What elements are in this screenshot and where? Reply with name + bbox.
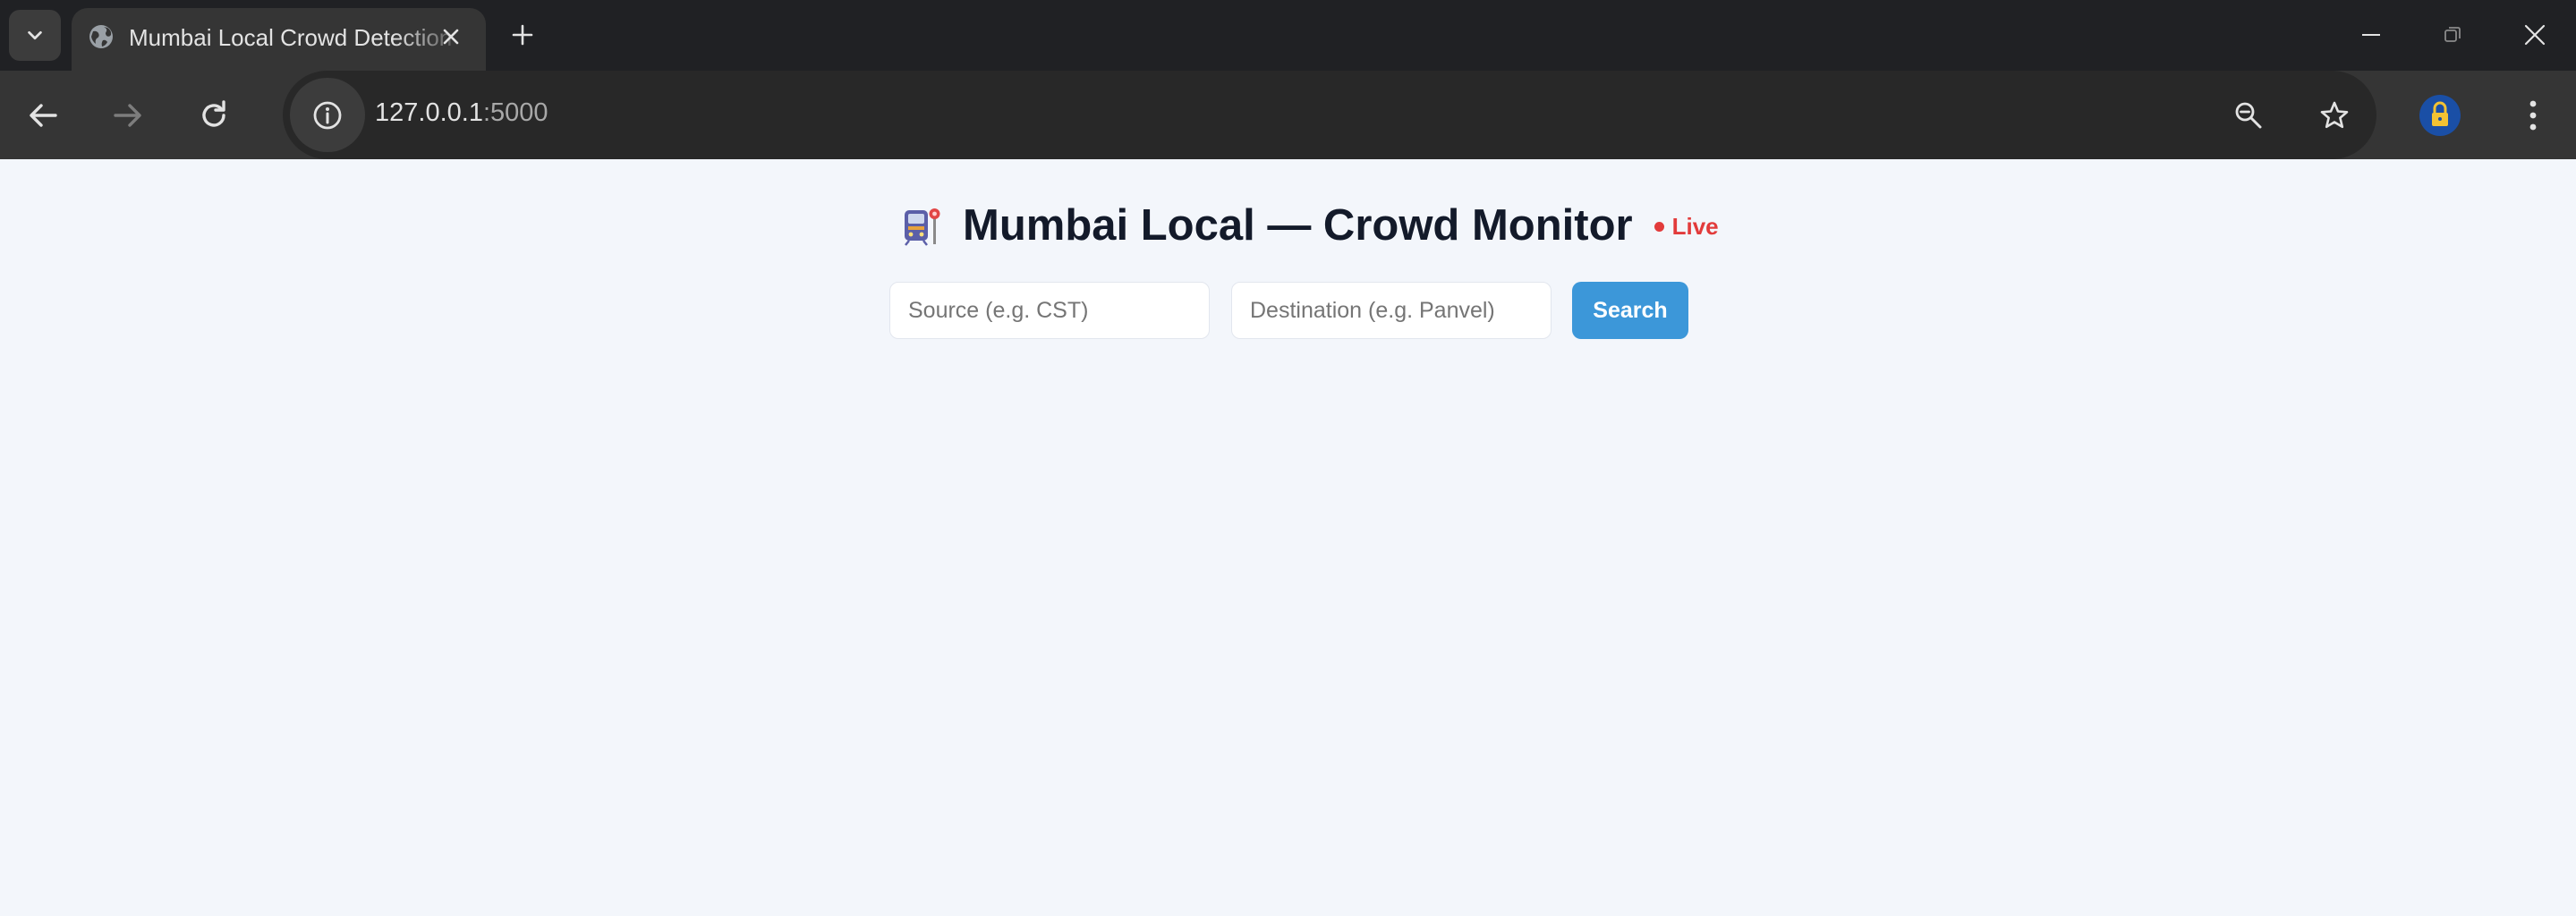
plus-icon: [512, 24, 533, 46]
chevron-down-icon: [28, 30, 42, 39]
new-tab-button[interactable]: [505, 17, 540, 53]
live-status-badge: Live: [1654, 213, 1719, 241]
restore-icon: [2444, 27, 2461, 42]
live-label: Live: [1671, 212, 1719, 240]
close-icon: [443, 29, 459, 45]
reload-icon: [202, 100, 225, 127]
bookmark-button[interactable]: [2312, 93, 2357, 138]
minimize-button[interactable]: [2349, 13, 2393, 57]
browser-menu-button[interactable]: [2511, 93, 2555, 138]
active-tab[interactable]: Mumbai Local Crowd Detection: [72, 8, 486, 71]
restore-button[interactable]: [2430, 13, 2475, 57]
url-text[interactable]: 127.0.0.1:5000: [375, 98, 548, 128]
forward-button[interactable]: [106, 93, 150, 138]
site-info-button[interactable]: [290, 78, 365, 152]
globe-icon: [89, 25, 113, 48]
zoom-out-icon: [2235, 102, 2262, 129]
tab-search-button[interactable]: [9, 10, 61, 61]
minimize-icon: [2362, 34, 2380, 36]
page-title: Mumbai Local — Crowd Monitor: [963, 201, 1633, 250]
destination-input[interactable]: [1231, 282, 1552, 339]
reload-button[interactable]: [191, 93, 236, 138]
lock-extension-icon: [2419, 95, 2461, 136]
tab-title: Mumbai Local Crowd Detection: [129, 24, 453, 51]
extension-button[interactable]: [2416, 91, 2464, 140]
train-icon: [905, 208, 940, 246]
search-button[interactable]: Search: [1572, 282, 1688, 339]
close-window-button[interactable]: [2512, 13, 2557, 57]
source-input[interactable]: [889, 282, 1210, 339]
arrow-right-icon: [114, 104, 141, 127]
kebab-menu-icon: [2529, 100, 2537, 131]
tab-close-button[interactable]: [435, 21, 467, 53]
page-header: Mumbai Local — Crowd Monitor Live: [902, 199, 1719, 252]
star-icon: [2320, 101, 2349, 129]
page-content: Mumbai Local — Crowd Monitor Live Search: [0, 159, 2576, 916]
address-bar[interactable]: 127.0.0.1:5000: [283, 71, 2376, 159]
info-icon: [313, 101, 342, 129]
live-dot-icon: [1654, 221, 1664, 232]
close-icon: [2524, 24, 2546, 46]
back-button[interactable]: [21, 93, 65, 138]
zoom-button[interactable]: [2226, 93, 2271, 138]
url-port: :5000: [482, 98, 548, 127]
arrow-left-icon: [30, 104, 57, 127]
browser-toolbar: 127.0.0.1:5000: [0, 71, 2576, 159]
url-host: 127.0.0.1: [375, 98, 483, 127]
tab-strip: Mumbai Local Crowd Detection: [0, 0, 2576, 71]
